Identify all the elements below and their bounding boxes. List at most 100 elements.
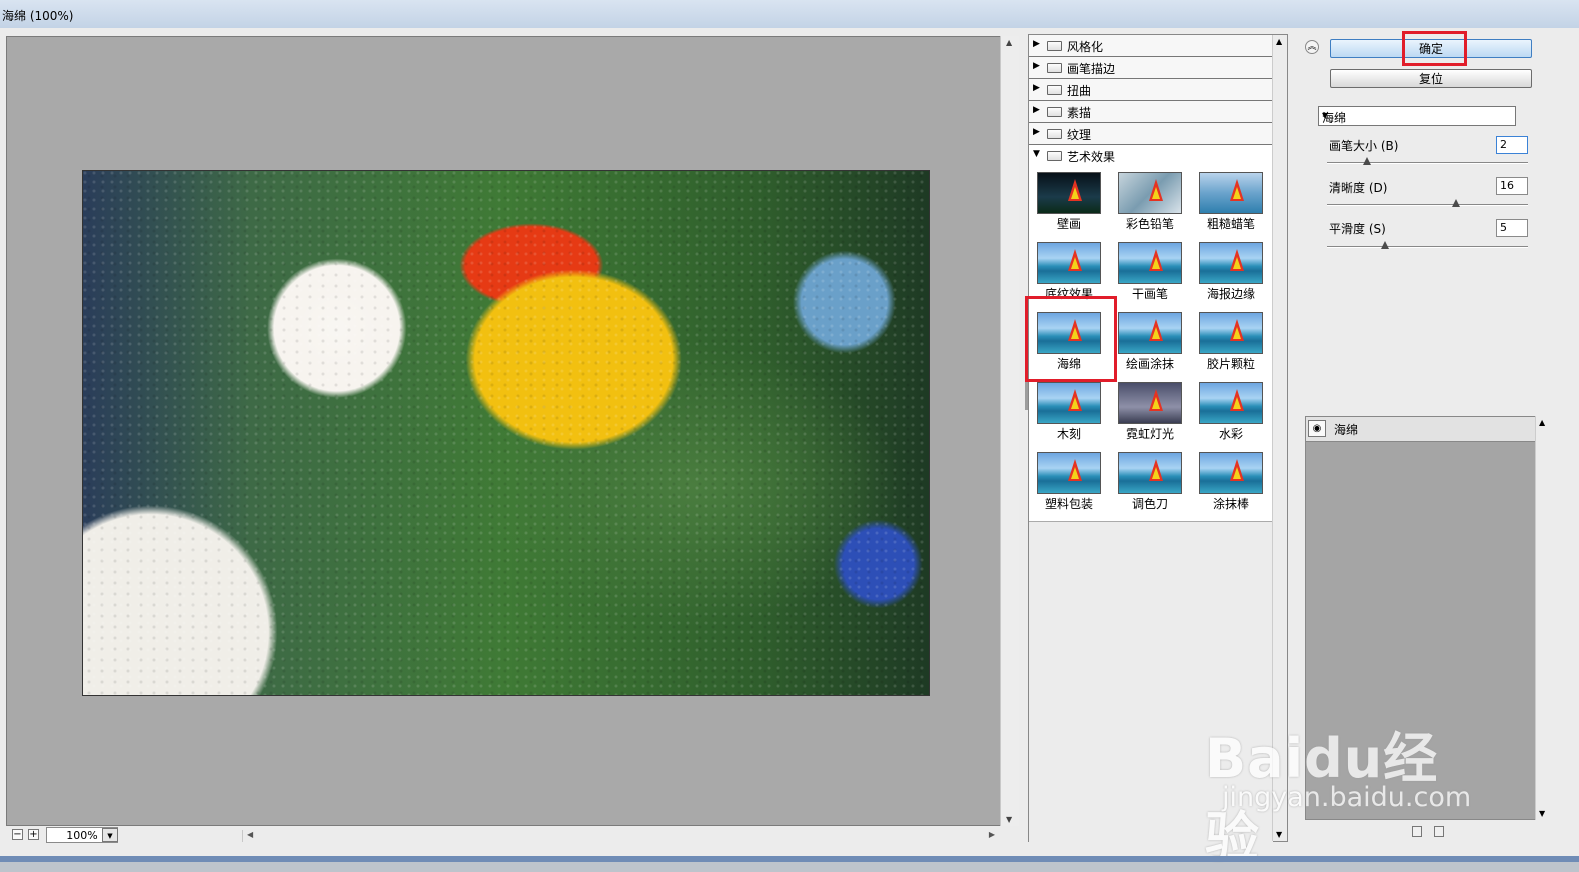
chevron-down-icon: ▼ — [1322, 111, 1329, 120]
category-texture[interactable]: ▶ 纹理 — [1029, 123, 1273, 145]
filter-thumbnail-label: 涂抹棒 — [1212, 497, 1249, 511]
category-label: 艺术效果 — [1067, 150, 1116, 164]
filter-thumbnail-8[interactable] — [1118, 312, 1182, 354]
zoom-out-button[interactable]: − — [12, 829, 23, 840]
expand-triangle-icon[interactable]: ▶ — [1033, 39, 1040, 49]
definition-label: 清晰度 (D) — [1329, 181, 1388, 195]
preview-image[interactable] — [82, 170, 930, 696]
filter-thumbnail-label: 塑料包装 — [1044, 497, 1093, 511]
definition-slider-handle[interactable] — [1451, 199, 1460, 207]
sail-accent-icon — [1152, 257, 1160, 269]
filter-thumbnail-12[interactable] — [1199, 382, 1263, 424]
preview-vertical-scrollbar[interactable]: ▲ ▼ — [1000, 36, 1019, 826]
filter-thumbnail-10[interactable] — [1037, 382, 1101, 424]
collapse-triangle-icon[interactable]: ▼ — [1033, 149, 1040, 159]
filter-thumbnail-4[interactable] — [1037, 242, 1101, 284]
filter-thumbnail-14[interactable] — [1118, 452, 1182, 494]
scroll-down-icon[interactable]: ▼ — [1539, 809, 1545, 818]
expand-triangle-icon[interactable]: ▶ — [1033, 105, 1040, 115]
filter-thumbnail-label: 霓虹灯光 — [1125, 427, 1174, 441]
preview-status-bar: − + 100% ▼ ◀ ▶ — [6, 826, 1000, 846]
filter-thumbnail-label: 海报边缘 — [1206, 287, 1255, 301]
reset-button[interactable]: 复位 — [1330, 69, 1532, 88]
brush-size-input[interactable]: 2 — [1496, 136, 1528, 154]
sail-accent-icon — [1233, 257, 1241, 269]
scroll-up-icon[interactable]: ▲ — [1006, 38, 1012, 47]
zoom-dropdown-icon[interactable]: ▼ — [102, 828, 118, 842]
eye-icon[interactable]: ◉ — [1308, 420, 1326, 437]
layers-scrollbar[interactable]: ▲ ▼ — [1535, 416, 1550, 820]
brush-size-slider-handle[interactable] — [1363, 157, 1372, 165]
scroll-right-icon[interactable]: ▶ — [989, 830, 995, 839]
folder-icon — [1047, 129, 1062, 139]
effect-layer-row[interactable]: ◉ 海绵 — [1306, 417, 1536, 442]
scroll-down-icon[interactable]: ▼ — [1006, 815, 1012, 824]
category-label: 画笔描边 — [1067, 62, 1116, 76]
collapse-gallery-button[interactable]: ︽ — [1305, 40, 1319, 54]
sail-accent-icon — [1233, 397, 1241, 409]
smoothness-slider[interactable] — [1327, 246, 1528, 248]
highlight-box-ok — [1402, 31, 1467, 66]
category-label: 扭曲 — [1067, 84, 1092, 98]
category-sketch[interactable]: ▶ 素描 — [1029, 101, 1273, 123]
effect-layer-label: 海绵 — [1334, 423, 1359, 437]
sail-accent-icon — [1152, 187, 1160, 199]
filter-thumbnail-label: 水彩 — [1218, 427, 1243, 441]
filter-thumbnail-15[interactable] — [1199, 452, 1263, 494]
brush-size-slider[interactable] — [1327, 162, 1528, 164]
filter-dropdown[interactable]: 海绵 ▼ — [1318, 106, 1516, 126]
category-stylize[interactable]: ▶ 风格化 — [1029, 35, 1273, 57]
brush-size-label: 画笔大小 (B) — [1329, 139, 1399, 153]
filter-thumbnail-3[interactable] — [1199, 172, 1263, 214]
sail-accent-icon — [1233, 467, 1241, 479]
expand-triangle-icon[interactable]: ▶ — [1033, 61, 1040, 71]
filter-thumbnail-2[interactable] — [1118, 172, 1182, 214]
sail-accent-icon — [1071, 187, 1079, 199]
preview-horizontal-scrollbar[interactable]: ◀ ▶ — [242, 830, 999, 842]
category-distort[interactable]: ▶ 扭曲 — [1029, 79, 1273, 101]
title-bar: 海绵 (100%) — [0, 0, 1579, 29]
preview-area[interactable] — [6, 36, 1018, 826]
smoothness-slider-handle[interactable] — [1381, 241, 1390, 249]
category-label: 纹理 — [1067, 128, 1092, 142]
scroll-up-icon[interactable]: ▲ — [1276, 37, 1282, 46]
watermark-url: jingyan.baidu.com — [1222, 782, 1472, 813]
scroll-up-icon[interactable]: ▲ — [1539, 418, 1545, 427]
folder-icon — [1047, 85, 1062, 95]
open-folder-icon — [1047, 151, 1062, 161]
filter-thumbnail-6[interactable] — [1199, 242, 1263, 284]
folder-icon — [1047, 41, 1062, 51]
filter-thumbnail-label: 彩色铅笔 — [1125, 217, 1174, 231]
definition-input[interactable]: 16 — [1496, 177, 1528, 195]
filter-thumbnail-label: 干画笔 — [1131, 287, 1168, 301]
sail-accent-icon — [1152, 327, 1160, 339]
watermark: Baidu经验 jingyan.baidu.com — [1200, 700, 1490, 869]
filter-thumbnail-label: 木刻 — [1056, 427, 1081, 441]
filter-thumbnail-5[interactable] — [1118, 242, 1182, 284]
scroll-left-icon[interactable]: ◀ — [247, 830, 253, 839]
category-label: 素描 — [1067, 106, 1092, 120]
sail-accent-icon — [1152, 397, 1160, 409]
filter-thumbnail-1[interactable] — [1037, 172, 1101, 214]
sail-accent-icon — [1152, 467, 1160, 479]
smoothness-label: 平滑度 (S) — [1329, 222, 1386, 236]
filter-thumbnail-13[interactable] — [1037, 452, 1101, 494]
expand-triangle-icon[interactable]: ▶ — [1033, 127, 1040, 137]
filter-thumbnail-label: 调色刀 — [1131, 497, 1168, 511]
definition-slider[interactable] — [1327, 204, 1528, 206]
smoothness-input[interactable]: 5 — [1496, 219, 1528, 237]
folder-icon — [1047, 107, 1062, 117]
sail-accent-icon — [1071, 257, 1079, 269]
zoom-in-button[interactable]: + — [28, 829, 39, 840]
filter-thumbnail-label: 绘画涂抹 — [1125, 357, 1174, 371]
category-artistic[interactable]: ▼ 艺术效果 — [1029, 145, 1273, 166]
zoom-level-text: 100% — [66, 829, 98, 842]
filter-thumbnail-11[interactable] — [1118, 382, 1182, 424]
filter-thumbnail-9[interactable] — [1199, 312, 1263, 354]
category-brush-strokes[interactable]: ▶ 画笔描边 — [1029, 57, 1273, 79]
filter-thumbnail-label: 胶片颗粒 — [1206, 357, 1255, 371]
sail-accent-icon — [1233, 187, 1241, 199]
sail-accent-icon — [1233, 327, 1241, 339]
filter-thumbnail-label: 粗糙蜡笔 — [1206, 217, 1255, 231]
expand-triangle-icon[interactable]: ▶ — [1033, 83, 1040, 93]
